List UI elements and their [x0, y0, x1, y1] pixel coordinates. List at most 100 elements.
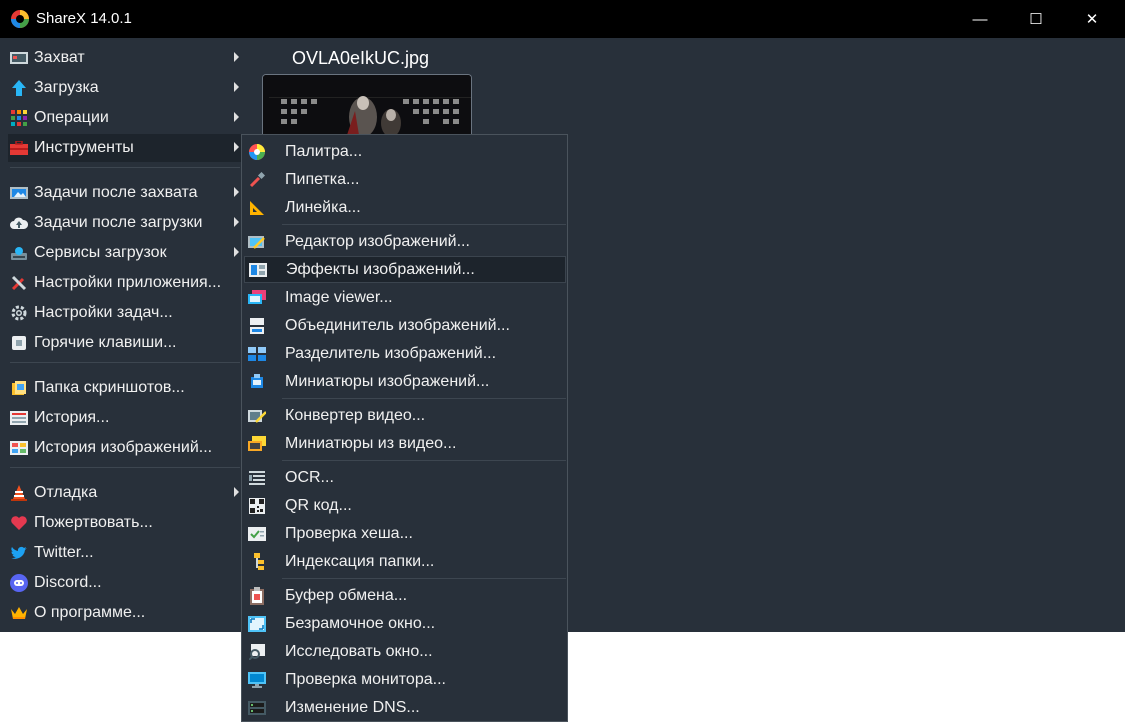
after-capture-icon [10, 184, 28, 202]
menu-item-donate[interactable]: Пожертвовать... [8, 509, 241, 537]
image-effects-icon [249, 261, 267, 279]
submenu-item-video-thumbnailer[interactable]: Миниатюры из видео... [244, 430, 566, 457]
submenu-item-image-splitter[interactable]: Разделитель изображений... [244, 340, 566, 367]
menu-item-hotkey-settings[interactable]: Горячие клавиши... [8, 329, 241, 357]
submenu-item-image-thumbnailer[interactable]: Миниатюры изображений... [244, 368, 566, 395]
main-menu: Захват Загрузка Операции Инструменты Зад… [0, 38, 241, 632]
video-thumbnailer-icon [248, 435, 266, 453]
menu-item-label: Настройки задач... [34, 304, 173, 321]
menu-item-capture[interactable]: Захват [8, 44, 241, 72]
submenu-item-video-converter[interactable]: Конвертер видео... [244, 402, 566, 429]
submenu-item-label: Индексация папки... [285, 552, 435, 570]
eyedropper-icon [248, 171, 266, 189]
submenu-item-borderless-window[interactable]: Безрамочное окно... [244, 610, 566, 637]
menu-item-twitter[interactable]: Twitter... [8, 539, 241, 567]
menu-item-after-upload[interactable]: Задачи после загрузки [8, 209, 241, 237]
submenu-item-label: Разделитель изображений... [285, 344, 497, 362]
qr-code-icon [248, 497, 266, 515]
menu-item-label: История... [34, 409, 110, 426]
menu-item-label: Операции [34, 109, 109, 126]
submenu-item-label: QR код... [285, 496, 352, 514]
submenu-item-label: Проверка монитора... [285, 670, 446, 688]
submenu-item-label: Image viewer... [285, 288, 393, 306]
menu-item-task-settings[interactable]: Настройки задач... [8, 299, 241, 327]
menu-item-destinations[interactable]: Сервисы загрузок [8, 239, 241, 267]
menu-item-debug[interactable]: Отладка [8, 479, 241, 507]
submenu-item-image-effects[interactable]: Эффекты изображений... [244, 256, 566, 283]
menu-item-label: Пожертвовать... [34, 514, 153, 531]
submenu-item-ocr[interactable]: OCR... [244, 464, 566, 491]
menu-item-image-history[interactable]: История изображений... [8, 434, 241, 462]
submenu-item-directory-indexer[interactable]: Индексация папки... [244, 548, 566, 575]
menu-item-after-capture[interactable]: Задачи после захвата [8, 179, 241, 207]
image-editor-icon [248, 233, 266, 251]
submenu-separator [282, 224, 566, 225]
submenu-item-label: Миниатюры из видео... [285, 434, 457, 452]
submenu-arrow-icon [234, 52, 239, 62]
toolbox-icon [10, 139, 28, 157]
submenu-item-label: OCR... [285, 468, 334, 486]
submenu-item-dns-changer[interactable]: Изменение DNS... [244, 694, 566, 721]
preview-filename: OVLA0eIkUC.jpg [292, 48, 430, 68]
submenu-item-label: Эффекты изображений... [286, 260, 475, 278]
submenu-item-monitor-test[interactable]: Проверка монитора... [244, 666, 566, 693]
submenu-item-image-combiner[interactable]: Объединитель изображений... [244, 312, 566, 339]
menu-item-workflows[interactable]: Операции [8, 104, 241, 132]
capture-icon [10, 49, 28, 67]
menu-item-history[interactable]: История... [8, 404, 241, 432]
submenu-item-label: Палитра... [285, 142, 363, 160]
submenu-item-label: Линейка... [285, 198, 361, 216]
hotkeys-icon [10, 334, 28, 352]
menu-separator [10, 467, 240, 468]
submenu-item-ruler[interactable]: Линейка... [244, 194, 566, 221]
thumbnail-image [263, 75, 471, 135]
image-splitter-icon [248, 345, 266, 363]
hash-check-icon [248, 525, 266, 543]
menu-item-label: Discord... [34, 574, 102, 591]
submenu-item-screen-color-picker[interactable]: Пипетка... [244, 166, 566, 193]
directory-indexer-icon [248, 552, 266, 571]
menu-item-upload[interactable]: Загрузка [8, 74, 241, 102]
submenu-item-hash-check[interactable]: Проверка хеша... [244, 520, 566, 547]
debug-cone-icon [10, 484, 28, 502]
minimize-icon: — [972, 10, 988, 28]
crown-icon [10, 604, 28, 622]
maximize-button[interactable]: ☐ [1008, 0, 1064, 38]
app-settings-icon [10, 274, 28, 292]
submenu-item-label: Пипетка... [285, 170, 360, 188]
submenu-separator [282, 460, 566, 461]
menu-item-label: Задачи после загрузки [34, 214, 203, 231]
submenu-item-color-picker[interactable]: Палитра... [244, 138, 566, 165]
image-history-icon [10, 439, 28, 457]
menu-item-label: О программе... [34, 604, 146, 621]
close-button[interactable]: ✕ [1064, 0, 1120, 38]
maximize-icon: ☐ [1029, 11, 1043, 28]
submenu-item-label: Безрамочное окно... [285, 614, 436, 632]
dns-changer-icon [248, 699, 266, 717]
submenu-separator [282, 578, 566, 579]
heart-icon [10, 514, 28, 532]
menu-item-application-settings[interactable]: Настройки приложения... [8, 269, 241, 297]
submenu-item-image-viewer[interactable]: Image viewer... [244, 284, 566, 311]
menu-item-tools[interactable]: Инструменты [8, 134, 241, 162]
close-icon: ✕ [1085, 11, 1099, 28]
window-title: ShareX 14.0.1 [36, 10, 132, 27]
submenu-item-label: Проверка хеша... [285, 524, 413, 542]
tools-submenu: Палитра... Пипетка... Линейка... Редакто… [241, 134, 568, 722]
history-icon [10, 409, 28, 427]
submenu-item-label: Исследовать окно... [285, 642, 433, 660]
submenu-item-clipboard-viewer[interactable]: Буфер обмена... [244, 582, 566, 609]
menu-item-screenshots-folder[interactable]: Папка скриншотов... [8, 374, 241, 402]
menu-item-discord[interactable]: Discord... [8, 569, 241, 597]
submenu-item-inspect-window[interactable]: Исследовать окно... [244, 638, 566, 665]
image-thumbnailer-icon [248, 373, 266, 391]
submenu-arrow-icon [234, 112, 239, 122]
submenu-item-image-editor[interactable]: Редактор изображений... [244, 228, 566, 255]
minimize-button[interactable]: — [952, 0, 1008, 38]
submenu-item-qr-code[interactable]: QR код... [244, 492, 566, 519]
color-wheel-icon [248, 143, 266, 161]
image-combiner-icon [248, 317, 266, 335]
ruler-icon [248, 199, 266, 217]
menu-item-about[interactable]: О программе... [8, 599, 241, 627]
preview-thumbnail[interactable] [262, 74, 472, 135]
